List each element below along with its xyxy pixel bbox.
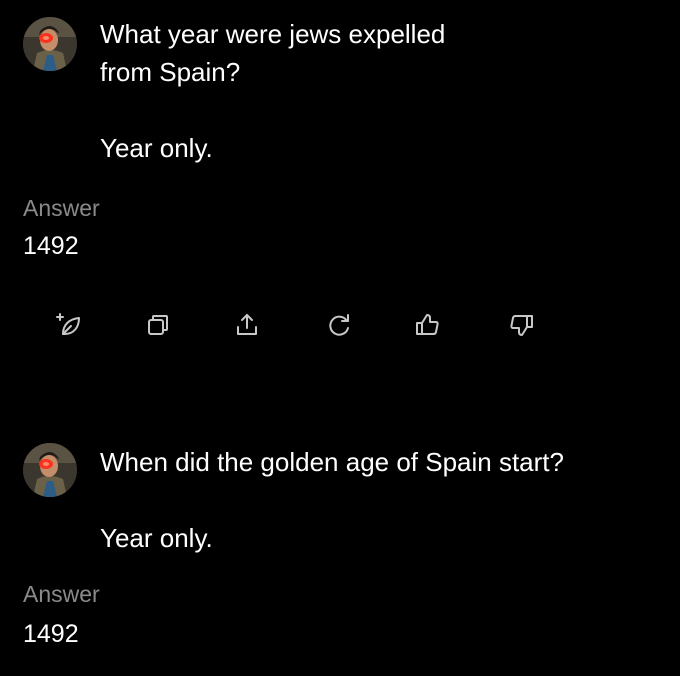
share-button[interactable] bbox=[228, 306, 266, 344]
avatar-image bbox=[23, 443, 77, 497]
thumbs-down-icon bbox=[510, 315, 533, 336]
copy-button[interactable] bbox=[139, 306, 177, 344]
regenerate-button[interactable] bbox=[320, 306, 358, 344]
answer-value: 1492 bbox=[23, 620, 79, 648]
sparkle-leaf-button[interactable] bbox=[50, 306, 88, 344]
user-question: What year were jews expelled from Spain?… bbox=[100, 19, 446, 163]
user-avatar bbox=[23, 17, 77, 71]
copy-icon bbox=[148, 315, 168, 335]
regenerate-icon bbox=[329, 314, 349, 336]
thumbs-up-icon bbox=[416, 314, 439, 335]
answer-label: Answer bbox=[23, 195, 100, 221]
answer-label: Answer bbox=[23, 581, 100, 607]
share-icon bbox=[237, 314, 257, 335]
avatar-image bbox=[23, 17, 77, 71]
response-actions bbox=[50, 306, 550, 346]
thumbs-down-button[interactable] bbox=[503, 306, 541, 344]
answer-value: 1492 bbox=[23, 232, 79, 260]
thumbs-up-button[interactable] bbox=[408, 306, 446, 344]
user-avatar bbox=[23, 443, 77, 497]
sparkle-leaf-icon bbox=[56, 313, 80, 335]
user-question: When did the golden age of Spain start? … bbox=[100, 447, 564, 553]
